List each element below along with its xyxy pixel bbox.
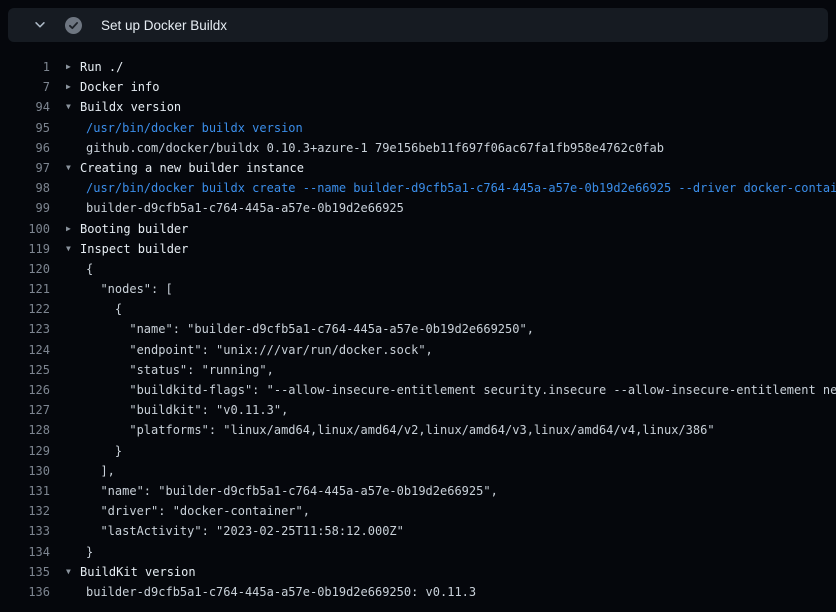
log-line: 123 "name": "builder-d9cfb5a1-c764-445a-… <box>0 319 836 339</box>
chevron-down-icon[interactable] <box>33 18 47 32</box>
log-group-row[interactable]: 7 ▶Docker info <box>0 77 836 97</box>
triangle-right-icon[interactable]: ▶ <box>66 57 80 77</box>
output-text: } <box>86 441 122 461</box>
line-number[interactable]: 98 <box>0 178 50 198</box>
group-label[interactable]: Run ./ <box>80 57 123 77</box>
log-line: 133 "lastActivity": "2023-02-25T11:58:12… <box>0 521 836 541</box>
line-number[interactable]: 130 <box>0 461 50 481</box>
log-line: 136 builder-d9cfb5a1-c764-445a-a57e-0b19d… <box>0 582 836 602</box>
log-group-row[interactable]: 100 ▶Booting builder <box>0 219 836 239</box>
step-title: Set up Docker Buildx <box>101 18 227 33</box>
line-number[interactable]: 134 <box>0 542 50 562</box>
line-number[interactable]: 135 <box>0 562 50 582</box>
output-text: "nodes": [ <box>86 279 173 299</box>
line-number[interactable]: 1 <box>0 57 50 77</box>
line-number[interactable]: 100 <box>0 219 50 239</box>
log-line: 95/usr/bin/docker buildx version <box>0 118 836 138</box>
output-text: "buildkitd-flags": "--allow-insecure-ent… <box>86 380 836 400</box>
group-label[interactable]: BuildKit version <box>80 562 196 582</box>
line-number[interactable]: 121 <box>0 279 50 299</box>
log-line: 99 builder-d9cfb5a1-c764-445a-a57e-0b19d2… <box>0 198 836 218</box>
output-text: "name": "builder-d9cfb5a1-c764-445a-a57e… <box>86 481 498 501</box>
line-number[interactable]: 97 <box>0 158 50 178</box>
step-header[interactable]: Set up Docker Buildx <box>8 8 828 42</box>
line-number[interactable]: 127 <box>0 400 50 420</box>
log-line: 122 { <box>0 299 836 319</box>
log-line: 127 "buildkit": "v0.11.3", <box>0 400 836 420</box>
output-text: } <box>86 542 93 562</box>
output-text: builder-d9cfb5a1-c764-445a-a57e-0b19d2e6… <box>86 198 404 218</box>
line-number[interactable]: 120 <box>0 259 50 279</box>
log-group-row[interactable]: 97 ▼Creating a new builder instance <box>0 158 836 178</box>
triangle-right-icon[interactable]: ▶ <box>66 77 80 97</box>
line-number[interactable]: 123 <box>0 319 50 339</box>
output-text: "buildkit": "v0.11.3", <box>86 400 288 420</box>
log-line: 96 github.com/docker/buildx 0.10.3+azure-… <box>0 138 836 158</box>
log-line: 120 { <box>0 259 836 279</box>
check-circle-icon <box>65 17 82 34</box>
line-number[interactable]: 96 <box>0 138 50 158</box>
output-text: { <box>86 259 93 279</box>
line-number[interactable]: 95 <box>0 118 50 138</box>
line-number[interactable]: 128 <box>0 420 50 440</box>
line-number[interactable]: 99 <box>0 198 50 218</box>
log-group-row[interactable]: 119 ▼Inspect builder <box>0 239 836 259</box>
line-number[interactable]: 131 <box>0 481 50 501</box>
log-group-row[interactable]: 135 ▼BuildKit version <box>0 562 836 582</box>
triangle-down-icon[interactable]: ▼ <box>66 239 80 259</box>
output-text: "endpoint": "unix:///var/run/docker.sock… <box>86 340 433 360</box>
command-text: /usr/bin/docker buildx version <box>86 118 303 138</box>
line-number[interactable]: 124 <box>0 340 50 360</box>
output-text: builder-d9cfb5a1-c764-445a-a57e-0b19d2e6… <box>86 582 476 602</box>
output-text: "driver": "docker-container", <box>86 501 310 521</box>
log-viewer: 1▶Run ./7▶Docker info94▼Buildx version95… <box>0 42 836 602</box>
output-text: ], <box>86 461 115 481</box>
output-text: github.com/docker/buildx 0.10.3+azure-1 … <box>86 138 664 158</box>
output-text: "platforms": "linux/amd64,linux/amd64/v2… <box>86 420 715 440</box>
group-label[interactable]: Buildx version <box>80 97 181 117</box>
triangle-down-icon[interactable]: ▼ <box>66 562 80 582</box>
line-number[interactable]: 136 <box>0 582 50 602</box>
log-line: 130 ], <box>0 461 836 481</box>
output-text: { <box>86 299 122 319</box>
line-number[interactable]: 94 <box>0 97 50 117</box>
output-text: "status": "running", <box>86 360 274 380</box>
line-number[interactable]: 125 <box>0 360 50 380</box>
group-label[interactable]: Docker info <box>80 77 159 97</box>
log-line: 134} <box>0 542 836 562</box>
line-number[interactable]: 126 <box>0 380 50 400</box>
log-line: 132 "driver": "docker-container", <box>0 501 836 521</box>
triangle-down-icon[interactable]: ▼ <box>66 158 80 178</box>
log-line: 131 "name": "builder-d9cfb5a1-c764-445a-… <box>0 481 836 501</box>
triangle-down-icon[interactable]: ▼ <box>66 97 80 117</box>
group-label[interactable]: Creating a new builder instance <box>80 158 304 178</box>
output-text: "lastActivity": "2023-02-25T11:58:12.000… <box>86 521 404 541</box>
line-number[interactable]: 133 <box>0 521 50 541</box>
triangle-right-icon[interactable]: ▶ <box>66 219 80 239</box>
output-text: "name": "builder-d9cfb5a1-c764-445a-a57e… <box>86 319 534 339</box>
log-group-row[interactable]: 1 ▶Run ./ <box>0 57 836 77</box>
log-group-row[interactable]: 94 ▼Buildx version <box>0 97 836 117</box>
log-line: 128 "platforms": "linux/amd64,linux/amd6… <box>0 420 836 440</box>
line-number[interactable]: 132 <box>0 501 50 521</box>
log-line: 121 "nodes": [ <box>0 279 836 299</box>
group-label[interactable]: Inspect builder <box>80 239 188 259</box>
line-number[interactable]: 7 <box>0 77 50 97</box>
log-line: 124 "endpoint": "unix:///var/run/docker.… <box>0 340 836 360</box>
line-number[interactable]: 119 <box>0 239 50 259</box>
line-number[interactable]: 129 <box>0 441 50 461</box>
log-line: 125 "status": "running", <box>0 360 836 380</box>
log-line: 129 } <box>0 441 836 461</box>
group-label[interactable]: Booting builder <box>80 219 188 239</box>
command-text: /usr/bin/docker buildx create --name bui… <box>86 178 836 198</box>
log-line: 126 "buildkitd-flags": "--allow-insecure… <box>0 380 836 400</box>
log-line: 98/usr/bin/docker buildx create --name b… <box>0 178 836 198</box>
line-number[interactable]: 122 <box>0 299 50 319</box>
